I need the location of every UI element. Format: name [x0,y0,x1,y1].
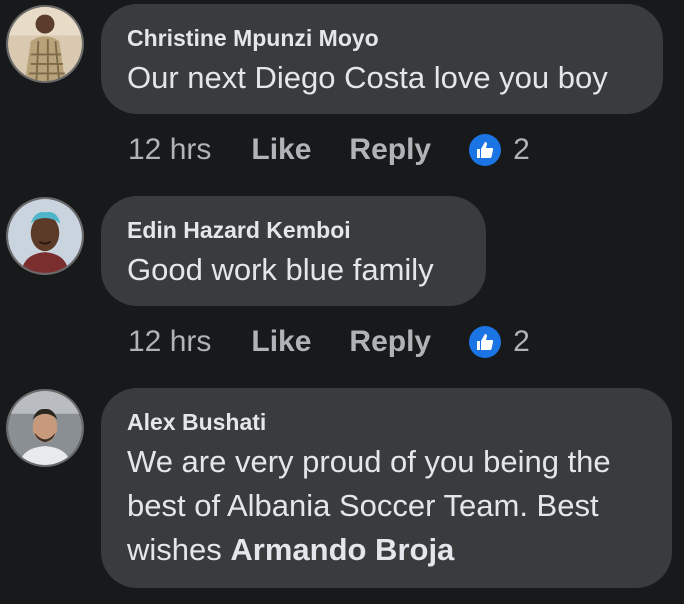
avatar[interactable] [6,197,84,275]
comment-author[interactable]: Alex Bushati [127,408,646,436]
comment-text: We are very proud of you being the best … [127,440,646,572]
avatar-photo [8,391,82,465]
comment-actions: 12 hrs Like Reply 2 [128,322,530,362]
comment-bubble: Edin Hazard Kemboi Good work blue family [101,196,486,306]
comment-bubble: Christine Mpunzi Moyo Our next Diego Cos… [101,4,663,114]
comment-timestamp[interactable]: 12 hrs [128,325,211,359]
comment-thread: Christine Mpunzi Moyo Our next Diego Cos… [0,0,684,604]
comment-text: Our next Diego Costa love you boy [127,60,608,95]
reply-button[interactable]: Reply [349,133,431,167]
like-button[interactable]: Like [251,325,311,359]
like-icon [469,134,502,166]
avatar-photo [8,7,82,81]
comment-actions: 12 hrs Like Reply 2 [128,130,530,170]
comment-timestamp[interactable]: 12 hrs [128,133,211,167]
comment-text-line: best of Albania Soccer Team. Best [127,488,599,523]
mentioned-name[interactable]: Armando Broja [230,532,454,567]
comment-text-line: wishes [127,532,231,567]
reaction-count: 2 [513,325,530,358]
reaction-count: 2 [513,133,530,166]
like-icon [469,326,502,358]
comment-text-line: We are very proud of you being the [127,444,611,479]
reply-button[interactable]: Reply [349,325,431,359]
avatar[interactable] [6,389,84,467]
reaction-summary[interactable]: 2 [469,133,530,167]
like-button[interactable]: Like [251,133,311,167]
comment-bubble: Alex Bushati We are very proud of you be… [101,388,672,588]
comment-text: Good work blue family [127,252,434,287]
comment-author[interactable]: Christine Mpunzi Moyo [127,24,637,52]
avatar[interactable] [6,5,84,83]
reaction-summary[interactable]: 2 [469,325,530,359]
avatar-photo [8,199,82,273]
comment-author[interactable]: Edin Hazard Kemboi [127,216,460,244]
